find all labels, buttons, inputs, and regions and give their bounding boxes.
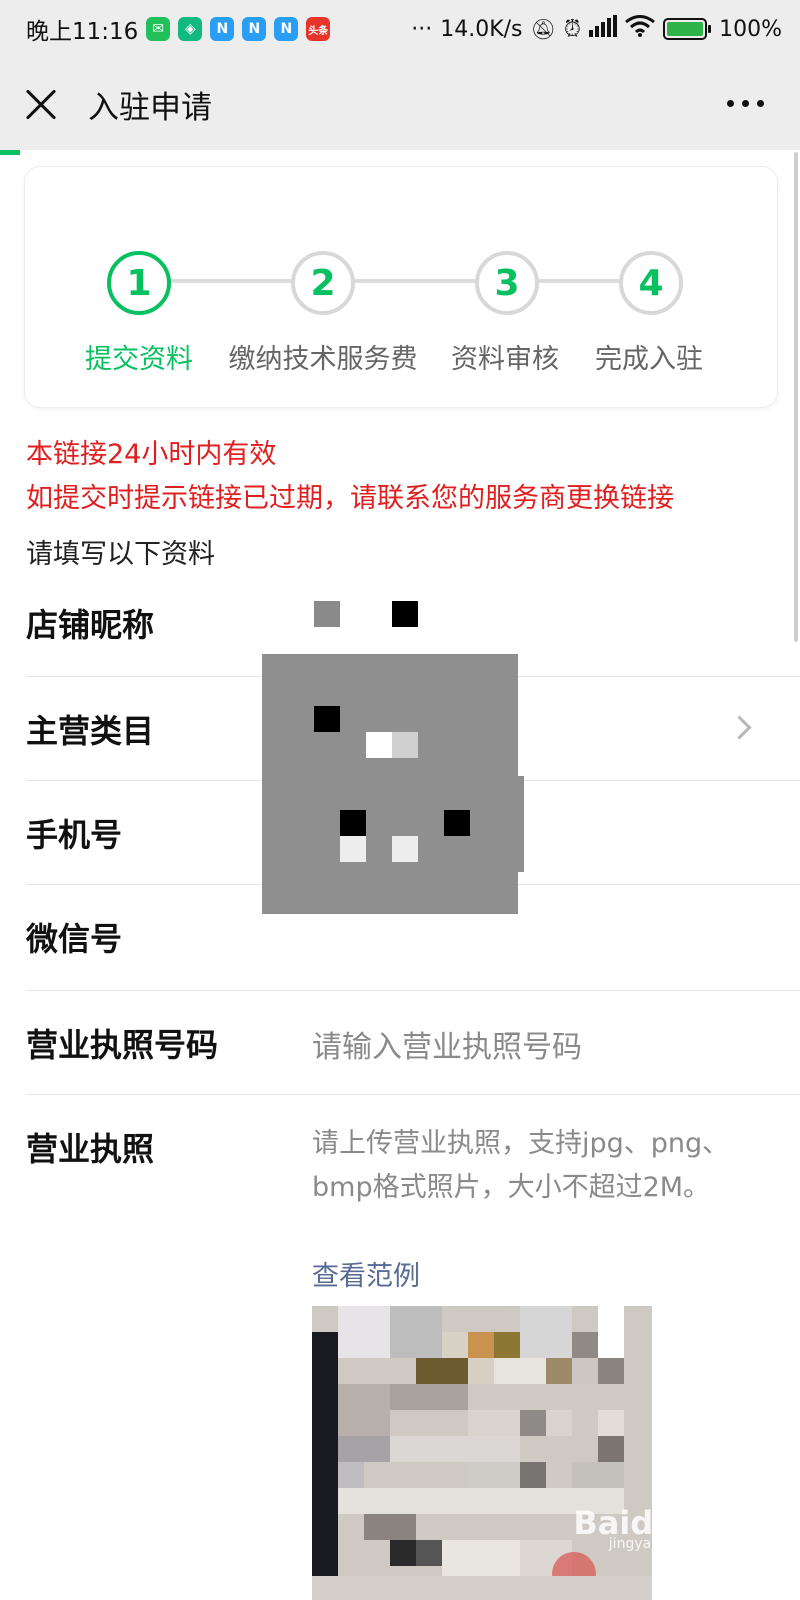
net-speed: 14.0K/s (440, 16, 523, 42)
license-image-preview[interactable] (312, 1306, 652, 1600)
more-options-icon[interactable] (727, 100, 764, 107)
step-1-label: 提交资料 (85, 344, 193, 375)
wifi-icon (625, 15, 656, 43)
view-example-link[interactable]: 查看范例 (312, 1254, 420, 1293)
clock: 晚上11:16 (26, 19, 139, 45)
step-2-label: 缴纳技术服务费 (228, 344, 418, 375)
close-icon[interactable] (24, 87, 58, 121)
battery-level: 100% (719, 16, 782, 42)
n-app-icon: N (274, 17, 299, 41)
step-1-circle: 1 (107, 251, 171, 315)
phone-label: 手机号 (26, 816, 123, 854)
step-2-circle: 2 (291, 251, 355, 315)
signal-icon (589, 15, 618, 43)
n-app-icon: N (210, 17, 235, 41)
step-connector (535, 279, 631, 283)
step-4-circle: 4 (619, 251, 683, 315)
license-thumbnail (312, 1306, 652, 1600)
nav-bar: 入驻申请 (0, 58, 800, 150)
main-category-label: 主营类目 (26, 712, 155, 750)
page-title: 入驻申请 (88, 89, 212, 126)
wechat-id-label: 微信号 (26, 920, 123, 958)
baidu-jingyan-watermark-url: jingyan.baidu.com (608, 1536, 738, 1552)
business-license-label: 营业执照 (26, 1130, 155, 1168)
step-4-label: 完成入驻 (595, 344, 703, 375)
steps-card: 1 2 3 4 提交资料 缴纳技术服务费 资料审核 完成入驻 (24, 166, 778, 408)
toutiao-icon: 头条 (306, 17, 331, 41)
wechat-icon: ✉ (146, 17, 171, 41)
license-number-row[interactable]: 营业执照号码 请输入营业执照号码 (26, 990, 800, 1095)
store-nickname-label: 店铺昵称 (26, 606, 155, 644)
link-validity-notice: 本链接24小时内有效 (26, 439, 277, 470)
mute-icon: 🔕︎ (530, 17, 556, 41)
form-title: 请填写以下资料 (26, 539, 215, 570)
link-expired-notice: 如提交时提示链接已过期，请联系您的服务商更换链接 (26, 483, 674, 514)
alarm-icon: ⏰︎ (563, 16, 582, 42)
status-bar-right: ··· 14.0K/s 🔕︎ ⏰︎ 100% (411, 15, 782, 43)
more-notifications-icon: ··· (411, 16, 433, 42)
scrollbar[interactable] (794, 152, 798, 642)
status-bar-left: 晚上11:16 ✉ ◈ N N N 头条 (26, 12, 331, 46)
license-number-input[interactable]: 请输入营业执照号码 (312, 1022, 582, 1066)
status-bar: 晚上11:16 ✉ ◈ N N N 头条 ··· 14.0K/s 🔕︎ ⏰︎ 1… (0, 0, 800, 58)
page-load-progress (0, 150, 20, 155)
step-connector (167, 279, 295, 283)
shield-app-icon: ◈ (178, 17, 203, 41)
license-upload-description: 请上传营业执照，支持jpg、png、bmp格式照片，大小不超过2M。 (312, 1128, 730, 1203)
chevron-right-icon[interactable] (727, 715, 752, 740)
step-3-circle: 3 (475, 251, 539, 315)
battery-icon (663, 18, 712, 40)
n-app-icon: N (242, 17, 267, 41)
step-connector (351, 279, 479, 283)
license-number-label: 营业执照号码 (26, 1026, 219, 1064)
step-3-label: 资料审核 (451, 344, 559, 375)
